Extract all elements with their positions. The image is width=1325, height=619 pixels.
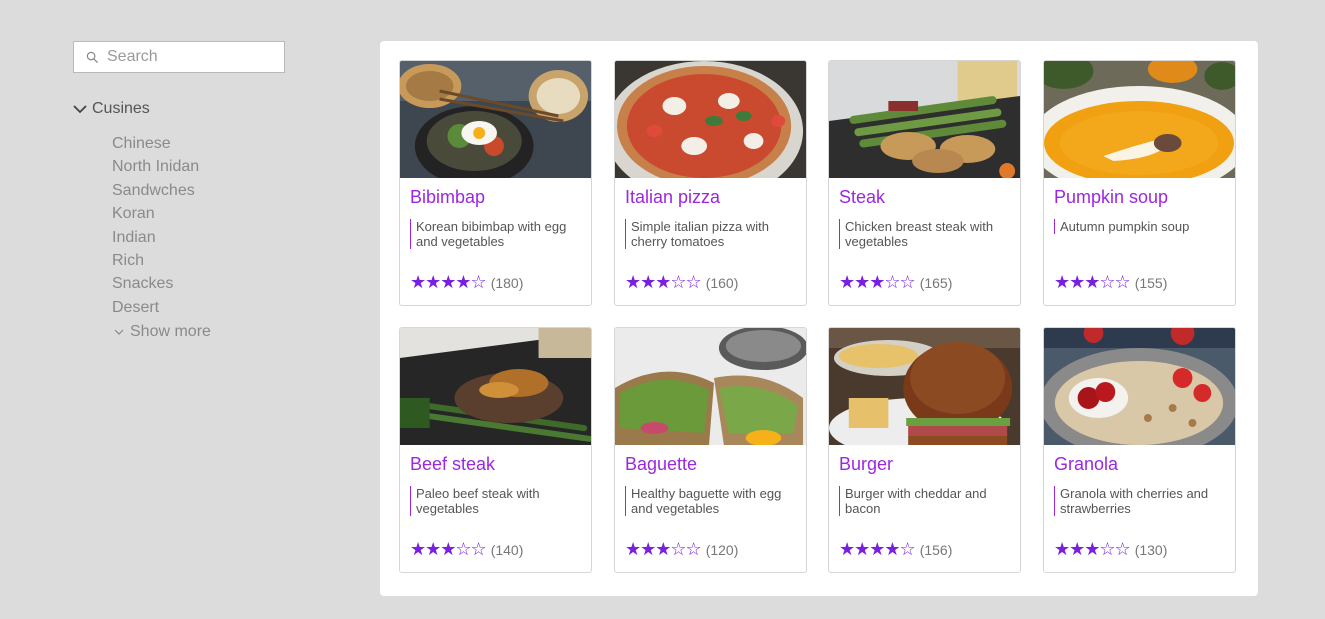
- recipe-description: Korean bibimbap with egg and vegetables: [410, 219, 580, 249]
- recipe-image: [1044, 61, 1235, 178]
- recipe-title: Italian pizza: [625, 187, 721, 207]
- search-input[interactable]: [107, 48, 277, 66]
- star-rating-icon: ★★★☆☆: [839, 272, 916, 293]
- star-rating-icon: ★★★☆☆: [625, 539, 702, 560]
- recipe-card-granola[interactable]: Granola Granola with cherries and strawb…: [1043, 327, 1236, 573]
- recipe-card-burger[interactable]: Burger Burger with cheddar and bacon ★★★…: [828, 327, 1021, 573]
- recipe-image: [400, 328, 591, 445]
- recipe-title: Bibimbap: [410, 187, 486, 207]
- star-rating-icon: ★★★☆☆: [1054, 272, 1131, 293]
- review-count: (180): [490, 274, 524, 291]
- recipe-image: [615, 61, 806, 178]
- cuisine-item-korean[interactable]: Koran: [112, 203, 211, 226]
- star-rating-icon: ★★★☆☆: [625, 272, 702, 293]
- star-rating-icon: ★★★★☆: [839, 539, 916, 560]
- review-count: (160): [705, 274, 739, 291]
- search-icon: [86, 51, 99, 63]
- recipe-rating: ★★★☆☆ (130): [1054, 539, 1167, 560]
- recipe-image: [829, 61, 1020, 178]
- recipe-image: [400, 61, 591, 178]
- recipe-rating: ★★★☆☆ (155): [1054, 272, 1167, 293]
- cuisines-label: Cusines: [92, 100, 150, 117]
- cuisine-item-chinese[interactable]: Chinese: [112, 133, 211, 156]
- recipe-card-italian-pizza[interactable]: Italian pizza Simple italian pizza with …: [614, 60, 807, 306]
- star-rating-icon: ★★★☆☆: [1054, 539, 1131, 560]
- recipe-card-beef-steak[interactable]: Beef steak Paleo beef steak with vegetab…: [399, 327, 592, 573]
- recipe-description: Healthy baguette with egg and vegetables: [625, 486, 795, 516]
- recipe-rating: ★★★☆☆ (160): [625, 272, 738, 293]
- chevron-down-icon: [73, 105, 87, 114]
- cuisine-list: Chinese North Inidan Sandwches Koran Ind…: [112, 133, 211, 344]
- recipe-rating: ★★★☆☆ (120): [625, 539, 738, 560]
- recipe-description: Burger with cheddar and bacon: [839, 486, 1009, 516]
- recipe-card-baguette[interactable]: Baguette Healthy baguette with egg and v…: [614, 327, 807, 573]
- recipe-description: Paleo beef steak with vegetables: [410, 486, 580, 516]
- recipe-card-pumpkin-soup[interactable]: Pumpkin soup Autumn pumpkin soup ★★★☆☆ (…: [1043, 60, 1236, 306]
- star-rating-icon: ★★★☆☆: [410, 539, 487, 560]
- recipe-card-steak[interactable]: Steak Chicken breast steak with vegetabl…: [828, 60, 1021, 306]
- cuisine-item-north-indian[interactable]: North Inidan: [112, 156, 211, 179]
- recipe-rating: ★★★☆☆ (140): [410, 539, 523, 560]
- recipe-description: Simple italian pizza with cherry tomatoe…: [625, 219, 795, 249]
- recipe-description: Granola with cherries and strawberries: [1054, 486, 1224, 516]
- star-rating-icon: ★★★★☆: [410, 272, 487, 293]
- recipe-title: Steak: [839, 187, 886, 207]
- recipe-image: [615, 328, 806, 445]
- recipe-rating: ★★★★☆ (156): [839, 539, 952, 560]
- recipe-description: Autumn pumpkin soup: [1054, 219, 1224, 234]
- recipe-title: Beef steak: [410, 454, 496, 474]
- review-count: (155): [1134, 274, 1168, 291]
- recipe-image: [1044, 328, 1235, 445]
- review-count: (165): [919, 274, 953, 291]
- cuisines-toggle[interactable]: Cusines: [72, 100, 150, 118]
- recipe-title: Granola: [1054, 454, 1119, 474]
- review-count: (156): [919, 541, 953, 558]
- show-more-link[interactable]: Show more: [112, 320, 211, 343]
- recipe-panel: Bibimbap Korean bibimbap with egg and ve…: [380, 41, 1258, 596]
- chevron-down-icon: [114, 329, 124, 335]
- cuisine-item-snacks[interactable]: Snackes: [112, 273, 211, 296]
- recipe-title: Baguette: [625, 454, 698, 474]
- search-box[interactable]: [73, 41, 285, 73]
- review-count: (120): [705, 541, 739, 558]
- recipe-rating: ★★★★☆ (180): [410, 272, 523, 293]
- recipe-card-bibimbap[interactable]: Bibimbap Korean bibimbap with egg and ve…: [399, 60, 592, 306]
- recipe-title: Pumpkin soup: [1054, 187, 1169, 207]
- recipe-rating: ★★★☆☆ (165): [839, 272, 952, 293]
- cuisine-item-rich[interactable]: Rich: [112, 250, 211, 273]
- cuisine-item-dessert[interactable]: Desert: [112, 297, 211, 320]
- cuisine-item-sandwiches[interactable]: Sandwches: [112, 180, 211, 203]
- recipe-image: [829, 328, 1020, 445]
- recipe-description: Chicken breast steak with vegetables: [839, 219, 1009, 249]
- review-count: (140): [490, 541, 524, 558]
- recipe-title: Burger: [839, 454, 894, 474]
- show-more-label: Show more: [130, 322, 211, 340]
- review-count: (130): [1134, 541, 1168, 558]
- cuisine-item-indian[interactable]: Indian: [112, 227, 211, 250]
